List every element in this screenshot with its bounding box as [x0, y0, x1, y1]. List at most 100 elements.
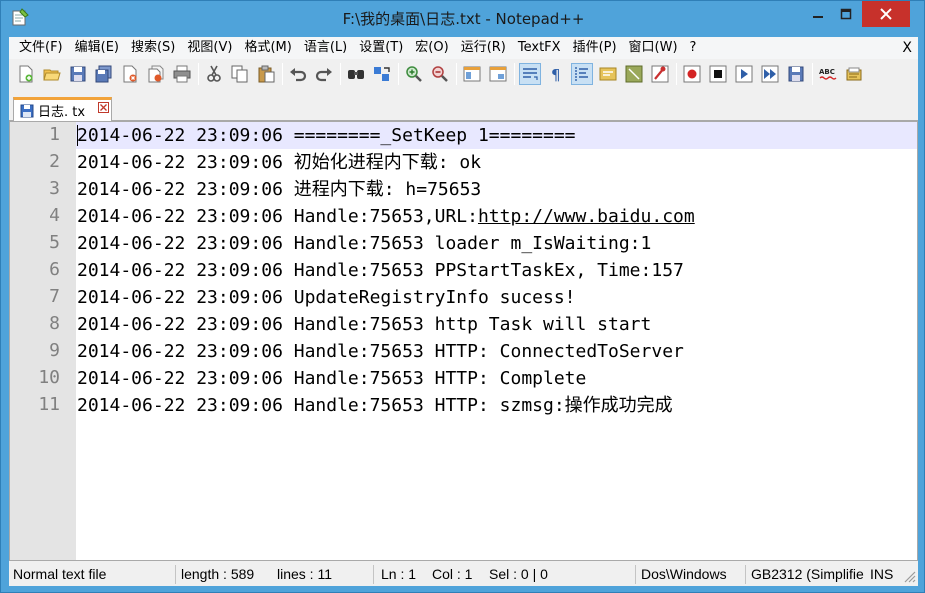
run-macro-multiple-icon[interactable]: [759, 63, 781, 85]
menu-window[interactable]: 窗口(W): [623, 37, 684, 59]
sync-vertical-icon[interactable]: [461, 63, 483, 85]
status-bar: Normal text file length : 589 lines : 11…: [9, 563, 918, 586]
paste-icon[interactable]: [255, 63, 277, 85]
status-length: length : 589: [181, 566, 255, 582]
status-eol[interactable]: Dos\Windows: [641, 563, 745, 586]
close-document-button[interactable]: X: [902, 37, 912, 59]
toolbar-separator: [398, 63, 399, 85]
save-icon[interactable]: [67, 63, 89, 85]
indent-guide-icon[interactable]: [571, 63, 593, 85]
menu-plugins[interactable]: 插件(P): [567, 37, 623, 59]
notepad-window: F:\我的桌面\日志.txt - Notepad++ 文件(F) 编辑(E) 搜…: [0, 0, 925, 593]
maximize-button[interactable]: [832, 1, 860, 27]
code-line[interactable]: 2014-06-22 23:09:06 进程内下载: h=75653: [77, 176, 481, 203]
save-macro-icon[interactable]: [785, 63, 807, 85]
clipboard-history-icon[interactable]: [843, 63, 865, 85]
code-line[interactable]: 2014-06-22 23:09:06 Handle:75653 HTTP: C…: [77, 338, 684, 365]
new-file-icon[interactable]: [15, 63, 37, 85]
tab-document[interactable]: 日志. tx: [13, 97, 112, 121]
status-separator: [175, 565, 176, 584]
menu-search[interactable]: 搜索(S): [125, 37, 181, 59]
status-separator: [635, 565, 636, 584]
save-all-icon[interactable]: [93, 63, 115, 85]
line-number: 1: [49, 124, 60, 145]
menu-file[interactable]: 文件(F): [13, 37, 69, 59]
tab-close-icon[interactable]: [98, 102, 109, 113]
code-line[interactable]: 2014-06-22 23:09:06 Handle:75653 http Ta…: [77, 311, 651, 338]
zoom-out-icon[interactable]: [429, 63, 451, 85]
menu-textfx[interactable]: TextFX: [512, 37, 567, 59]
line-number: 5: [49, 232, 60, 253]
line-number-gutter[interactable]: 1 2 3 4 5 6 7 8 9 10 11: [10, 122, 76, 560]
status-separator: [745, 565, 746, 584]
text-area[interactable]: 2014-06-22 23:09:06 ========_SetKeep 1==…: [76, 122, 917, 560]
copy-icon[interactable]: [229, 63, 251, 85]
toolbar-separator: [340, 63, 341, 85]
code-line[interactable]: 2014-06-22 23:09:06 Handle:75653,URL:htt…: [77, 203, 695, 230]
line-number: 3: [49, 178, 60, 199]
word-wrap-icon[interactable]: [519, 63, 541, 85]
status-insert-mode[interactable]: INS: [870, 563, 898, 586]
line-number: 6: [49, 259, 60, 280]
close-file-icon[interactable]: [119, 63, 141, 85]
folder-workspace-icon[interactable]: [649, 63, 671, 85]
menu-run[interactable]: 运行(R): [455, 37, 512, 59]
title-bar[interactable]: F:\我的桌面\日志.txt - Notepad++: [1, 1, 925, 37]
line-number: 11: [38, 394, 60, 415]
find-icon[interactable]: [345, 63, 367, 85]
stop-macro-icon[interactable]: [707, 63, 729, 85]
toolbar-separator: [282, 63, 283, 85]
menu-language[interactable]: 语言(L): [298, 37, 353, 59]
minimize-button[interactable]: [804, 1, 832, 27]
menu-help[interactable]: ?: [684, 37, 703, 59]
status-encoding[interactable]: GB2312 (Simplifie: [751, 563, 869, 586]
cut-icon[interactable]: [203, 63, 225, 85]
code-line[interactable]: 2014-06-22 23:09:06 Handle:75653 HTTP: C…: [77, 365, 586, 392]
zoom-in-icon[interactable]: [403, 63, 425, 85]
record-macro-icon[interactable]: [681, 63, 703, 85]
menu-bar: 文件(F) 编辑(E) 搜索(S) 视图(V) 格式(M) 语言(L) 设置(T…: [9, 37, 918, 59]
line-number: 9: [49, 340, 60, 361]
toolbar-separator: [812, 63, 813, 85]
function-list-icon[interactable]: [623, 63, 645, 85]
open-file-icon[interactable]: [41, 63, 63, 85]
code-line[interactable]: 2014-06-22 23:09:06 初始化进程内下载: ok: [77, 149, 481, 176]
menu-macro[interactable]: 宏(O): [409, 37, 454, 59]
redo-icon[interactable]: [313, 63, 335, 85]
code-text: 2014-06-22 23:09:06 Handle:75653,URL:: [77, 206, 478, 227]
toolbar-separator: [198, 63, 199, 85]
code-line[interactable]: 2014-06-22 23:09:06 Handle:75653 PPStart…: [77, 257, 684, 284]
menu-format[interactable]: 格式(M): [238, 37, 297, 59]
doc-map-icon[interactable]: [597, 63, 619, 85]
line-number: 4: [49, 205, 60, 226]
code-line[interactable]: 2014-06-22 23:09:06 ========_SetKeep 1==…: [77, 122, 576, 149]
code-line[interactable]: 2014-06-22 23:09:06 UpdateRegistryInfo s…: [77, 284, 576, 311]
close-all-icon[interactable]: [145, 63, 167, 85]
undo-icon[interactable]: [287, 63, 309, 85]
url-link[interactable]: http://www.baidu.com: [478, 206, 695, 227]
client-area: 文件(F) 编辑(E) 搜索(S) 视图(V) 格式(M) 语言(L) 设置(T…: [9, 37, 918, 586]
show-all-chars-icon[interactable]: ¶: [545, 63, 567, 85]
sync-horizontal-icon[interactable]: [487, 63, 509, 85]
resize-grip-icon[interactable]: [902, 569, 916, 583]
line-number: 8: [49, 313, 60, 334]
text-caret: [77, 125, 78, 146]
code-line[interactable]: 2014-06-22 23:09:06 Handle:75653 loader …: [77, 230, 651, 257]
print-icon[interactable]: [171, 63, 193, 85]
svg-text:¶: ¶: [551, 66, 561, 83]
status-file-type: Normal text file: [13, 566, 107, 582]
menu-settings[interactable]: 设置(T): [353, 37, 409, 59]
menu-view[interactable]: 视图(V): [181, 37, 238, 59]
toolbar-separator: [676, 63, 677, 85]
play-macro-icon[interactable]: [733, 63, 755, 85]
editor[interactable]: 1 2 3 4 5 6 7 8 9 10 11 2014-06-22 23:09:06 ======…: [9, 121, 918, 561]
status-separator: [373, 565, 374, 584]
close-window-button[interactable]: [862, 1, 910, 27]
menu-edit[interactable]: 编辑(E): [69, 37, 125, 59]
status-lines: lines : 11: [277, 566, 332, 582]
code-line[interactable]: 2014-06-22 23:09:06 Handle:75653 HTTP: s…: [77, 392, 673, 419]
replace-icon[interactable]: [371, 63, 393, 85]
save-status-icon: [20, 104, 34, 117]
spell-check-icon[interactable]: ABC: [817, 63, 839, 85]
window-title: F:\我的桌面\日志.txt - Notepad++: [342, 10, 585, 28]
